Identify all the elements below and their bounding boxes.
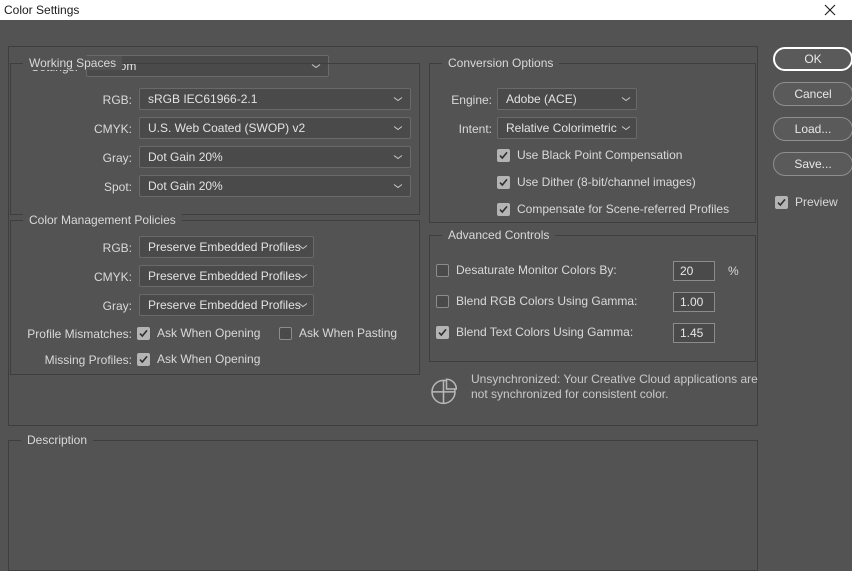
conversion-options-title: Conversion Options — [442, 56, 560, 70]
checkbox-box — [137, 326, 150, 340]
desaturate-amount-input[interactable]: 20 — [673, 261, 715, 281]
engine-select[interactable]: Adobe (ACE) — [497, 88, 637, 110]
checkbox-box — [775, 195, 788, 209]
window-titlebar: Color Settings — [0, 0, 852, 20]
checkbox-label: Preview — [795, 195, 838, 209]
missing-profiles-label: Missing Profiles: — [44, 353, 132, 367]
checkbox-box — [436, 294, 449, 308]
cancel-button[interactable]: Cancel — [773, 82, 852, 106]
working-spot-select[interactable]: Dot Gain 20% — [139, 175, 411, 197]
close-icon-glyph — [824, 4, 836, 16]
chevron-down-icon — [298, 245, 308, 250]
description-title: Description — [21, 433, 94, 447]
checkbox-mismatch-ask-when-opening[interactable]: Ask When Opening — [137, 326, 260, 340]
save-button[interactable]: Save... — [773, 152, 852, 176]
working-spaces-title: Working Spaces — [23, 56, 123, 70]
checkbox-label: Ask When Opening — [157, 352, 261, 366]
policy-gray-select[interactable]: Preserve Embedded Profiles — [139, 294, 314, 316]
checkbox-label: Ask When Opening — [157, 326, 261, 340]
checkbox-box — [497, 202, 510, 216]
policy-gray-label: Gray: — [102, 299, 132, 313]
intent-select[interactable]: Relative Colorimetric — [497, 117, 637, 139]
working-rgb-select[interactable]: sRGB IEC61966-2.1 — [139, 88, 411, 110]
description-group: Description — [8, 433, 758, 571]
conversion-options-group: Conversion Options — [429, 56, 756, 223]
intent-value: Relative Colorimetric — [506, 121, 617, 135]
check-icon — [499, 178, 508, 186]
checkbox-box — [137, 352, 150, 366]
check-icon — [139, 329, 148, 337]
policy-cmyk-select[interactable]: Preserve Embedded Profiles — [139, 265, 314, 287]
chevron-down-icon — [393, 184, 403, 189]
check-icon — [777, 198, 786, 206]
checkbox-box — [279, 326, 292, 340]
checkbox-label: Desaturate Monitor Colors By: — [456, 263, 617, 277]
policy-gray-value: Preserve Embedded Profiles — [148, 298, 301, 312]
chevron-down-icon — [393, 126, 403, 131]
checkbox-label: Use Black Point Compensation — [517, 148, 683, 162]
working-cmyk-select[interactable]: U.S. Web Coated (SWOP) v2 — [139, 117, 411, 139]
chevron-down-icon — [393, 155, 403, 160]
chevron-down-icon — [298, 303, 308, 308]
close-icon[interactable] — [808, 0, 852, 20]
checkbox-compensate-scene-referred[interactable]: Compensate for Scene-referred Profiles — [497, 202, 729, 216]
policy-rgb-select[interactable]: Preserve Embedded Profiles — [139, 236, 314, 258]
check-icon — [499, 205, 508, 213]
policy-rgb-value: Preserve Embedded Profiles — [148, 240, 301, 254]
window-title: Color Settings — [4, 3, 80, 17]
working-cmyk-value: U.S. Web Coated (SWOP) v2 — [148, 121, 306, 135]
working-spot-value: Dot Gain 20% — [148, 179, 223, 193]
working-cmyk-label: CMYK: — [93, 122, 132, 136]
working-gray-label: Gray: — [102, 151, 132, 165]
engine-value: Adobe (ACE) — [506, 92, 577, 106]
desaturate-unit-label: % — [728, 264, 739, 278]
policy-cmyk-value: Preserve Embedded Profiles — [148, 269, 301, 283]
chevron-down-icon — [298, 274, 308, 279]
working-spot-label: Spot: — [103, 180, 132, 194]
checkbox-box — [497, 175, 510, 189]
policies-title: Color Management Policies — [23, 213, 182, 227]
chevron-down-icon — [393, 97, 403, 102]
checkbox-label: Compensate for Scene-referred Profiles — [517, 202, 730, 216]
chevron-down-icon — [621, 97, 631, 102]
checkbox-ask-when-pasting[interactable]: Ask When Pasting — [279, 326, 397, 340]
ok-button[interactable]: OK — [773, 47, 852, 71]
profile-mismatches-label: Profile Mismatches: — [27, 327, 132, 341]
checkbox-desaturate-monitor-colors[interactable]: Desaturate Monitor Colors By: — [436, 263, 617, 277]
checkbox-missing-ask-when-opening[interactable]: Ask When Opening — [137, 352, 260, 366]
blend-text-gamma-input[interactable]: 1.45 — [673, 323, 715, 343]
policy-cmyk-label: CMYK: — [93, 270, 132, 284]
checkbox-box — [497, 148, 510, 162]
checkbox-box — [436, 263, 449, 277]
checkbox-use-dither[interactable]: Use Dither (8-bit/channel images) — [497, 175, 696, 189]
engine-label: Engine: — [451, 93, 492, 107]
color-settings-dialog: Settings: Custom Working Spaces RGB: sRG… — [0, 20, 852, 571]
working-rgb-value: sRGB IEC61966-2.1 — [148, 92, 258, 106]
checkbox-box — [436, 325, 449, 339]
working-gray-select[interactable]: Dot Gain 20% — [139, 146, 411, 168]
check-icon — [438, 328, 447, 336]
checkbox-blend-rgb-gamma[interactable]: Blend RGB Colors Using Gamma: — [436, 294, 637, 308]
intent-label: Intent: — [458, 122, 492, 136]
color-sync-icon — [431, 378, 458, 405]
checkbox-label: Use Dither (8-bit/channel images) — [517, 175, 696, 189]
checkbox-label: Ask When Pasting — [299, 326, 398, 340]
working-gray-value: Dot Gain 20% — [148, 150, 223, 164]
advanced-controls-title: Advanced Controls — [442, 228, 556, 242]
checkbox-blend-text-gamma[interactable]: Blend Text Colors Using Gamma: — [436, 325, 633, 339]
sync-status-text: Unsynchronized: Your Creative Cloud appl… — [471, 372, 758, 401]
blend-rgb-gamma-input[interactable]: 1.00 — [673, 292, 715, 312]
check-icon — [139, 355, 148, 363]
checkbox-label: Blend Text Colors Using Gamma: — [456, 325, 634, 339]
checkbox-preview[interactable]: Preview — [775, 195, 838, 209]
chevron-down-icon — [621, 126, 631, 131]
working-rgb-label: RGB: — [102, 93, 132, 107]
check-icon — [499, 151, 508, 159]
checkbox-black-point-compensation[interactable]: Use Black Point Compensation — [497, 148, 682, 162]
checkbox-label: Blend RGB Colors Using Gamma: — [456, 294, 638, 308]
policy-rgb-label: RGB: — [102, 241, 132, 255]
load-button[interactable]: Load... — [773, 117, 852, 141]
